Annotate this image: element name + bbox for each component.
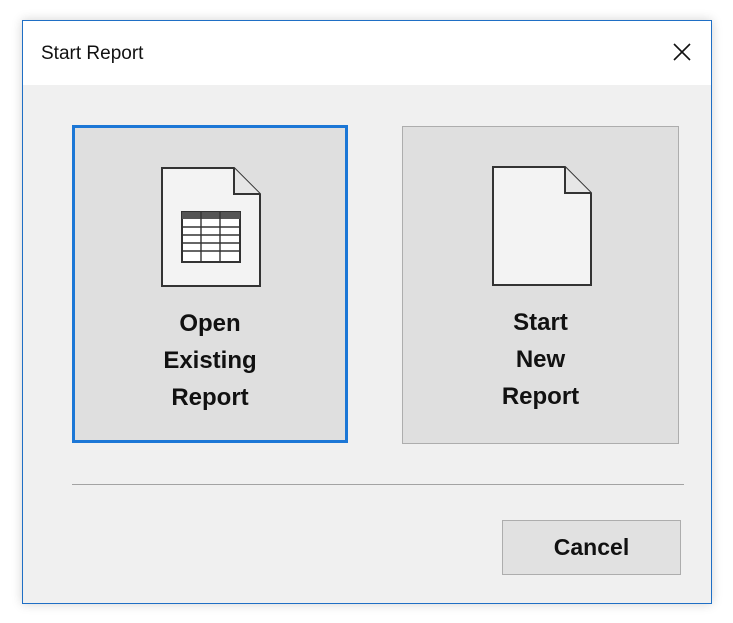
label-line: Report bbox=[171, 384, 249, 411]
label-line: Report bbox=[501, 383, 580, 410]
separator bbox=[72, 484, 684, 485]
start-report-dialog: Start Report Open Existing Report Start … bbox=[22, 20, 712, 604]
label-line: New bbox=[515, 346, 566, 373]
start-new-report-label: Start New Report bbox=[403, 304, 678, 415]
open-existing-report-label: Open Existing Report bbox=[75, 305, 345, 416]
close-button[interactable] bbox=[655, 21, 711, 85]
label-line: Start bbox=[513, 309, 568, 336]
close-icon bbox=[673, 43, 691, 61]
blank-document-icon bbox=[491, 166, 592, 286]
cancel-button[interactable]: Cancel bbox=[502, 520, 681, 575]
start-new-report-button[interactable]: Start New Report bbox=[402, 126, 679, 444]
dialog-title: Start Report bbox=[41, 43, 144, 64]
label-line: Open bbox=[179, 310, 241, 337]
title-bar: Start Report bbox=[23, 21, 711, 85]
label-line: Existing bbox=[163, 347, 257, 374]
open-existing-report-button[interactable]: Open Existing Report bbox=[72, 125, 348, 443]
spreadsheet-document-icon bbox=[161, 167, 261, 287]
